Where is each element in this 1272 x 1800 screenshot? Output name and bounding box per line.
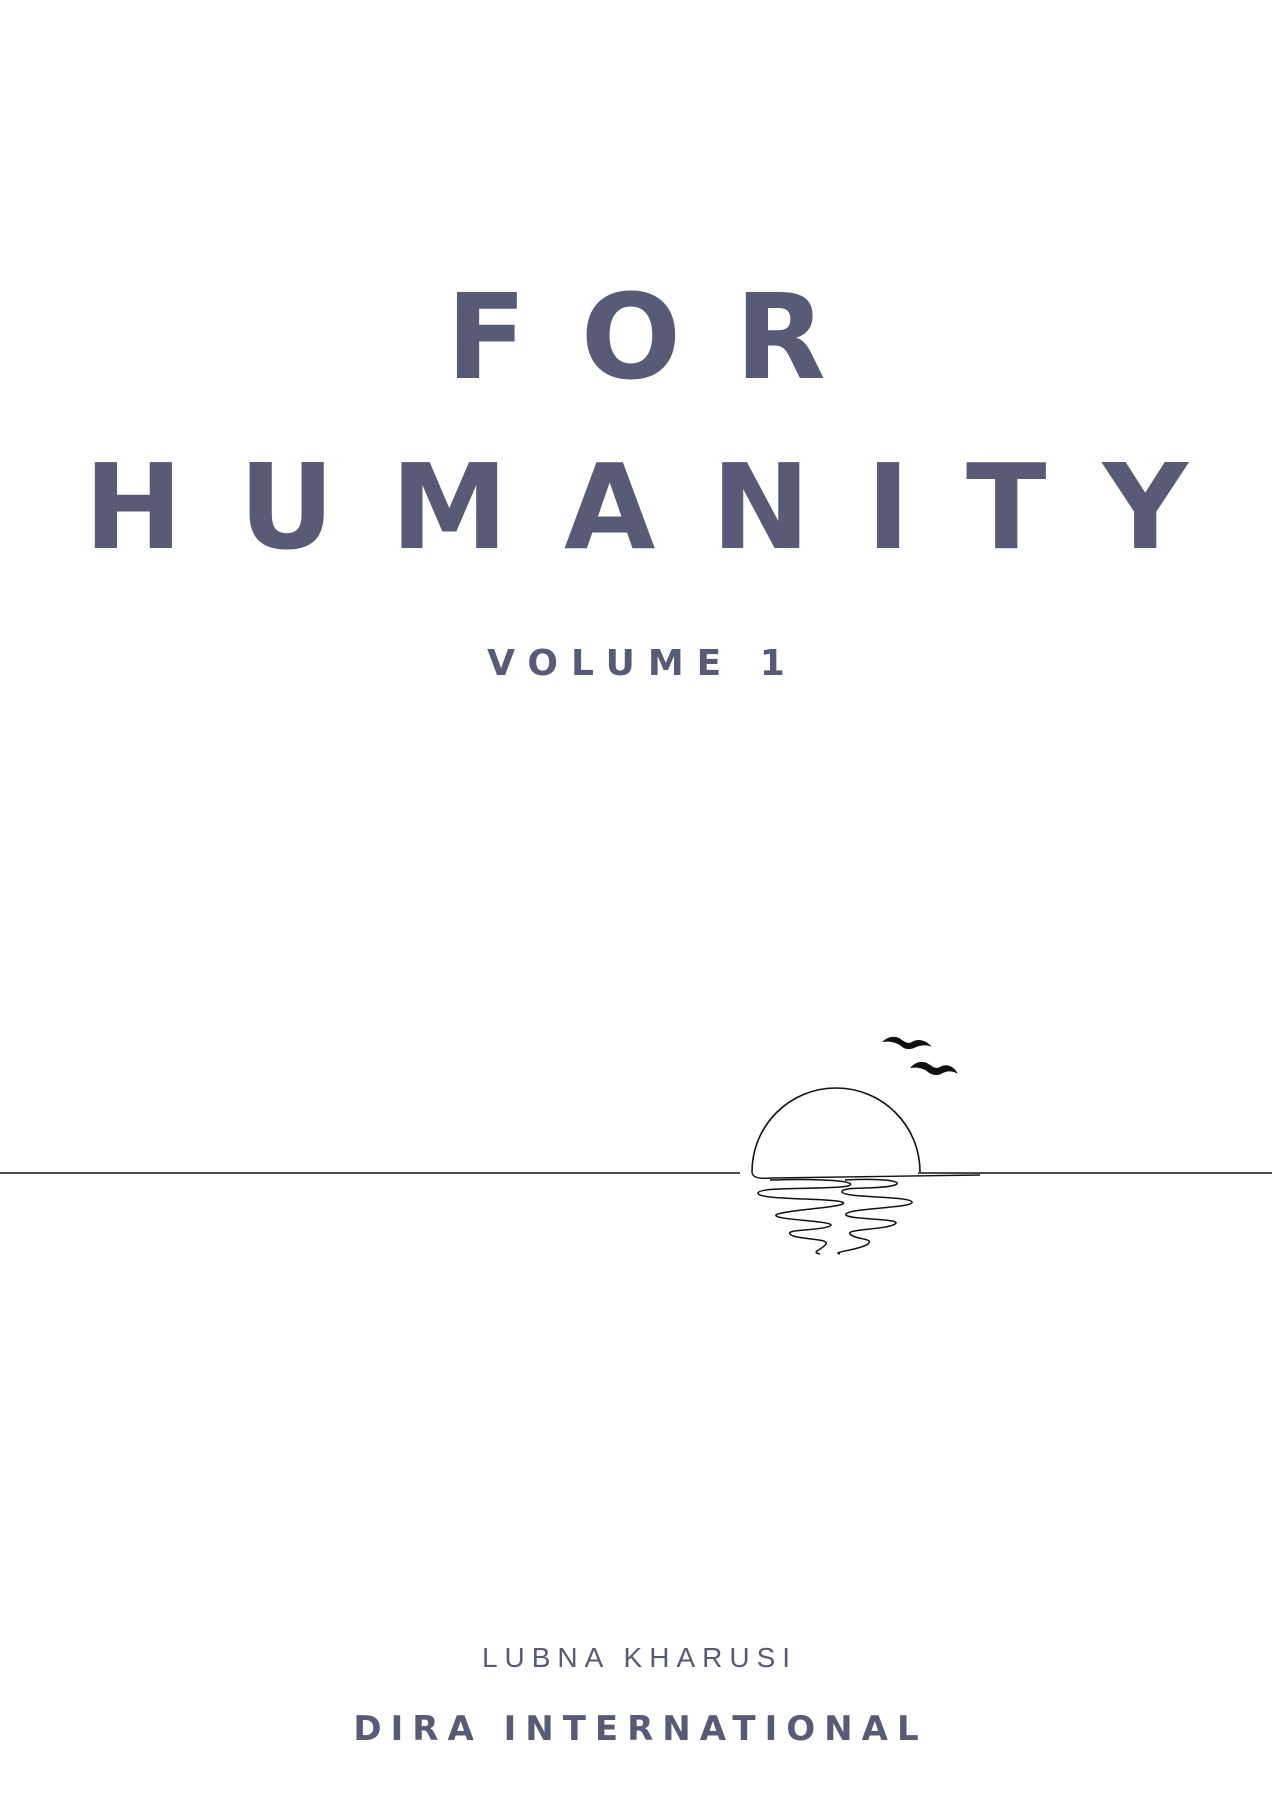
author-name: LUBNA KHARUSI	[481, 1642, 798, 1673]
title-line-2: HUMANITY	[84, 438, 1244, 576]
volume-subtitle: VOLUME 1	[487, 643, 798, 684]
flying-birds-icon	[882, 1036, 958, 1076]
sunset-illustration	[0, 1036, 1272, 1255]
book-cover: FOR HUMANITY VOLUME 1 LUBNA KHARUSI DIRA…	[0, 0, 1272, 1800]
publisher-name: DIRA INTERNATIONAL	[353, 1709, 928, 1749]
water-reflection-icon	[757, 1178, 852, 1255]
title-line-1: FOR	[446, 268, 880, 406]
sun-icon	[751, 1087, 921, 1173]
water-reflection-icon-2	[837, 1178, 913, 1255]
